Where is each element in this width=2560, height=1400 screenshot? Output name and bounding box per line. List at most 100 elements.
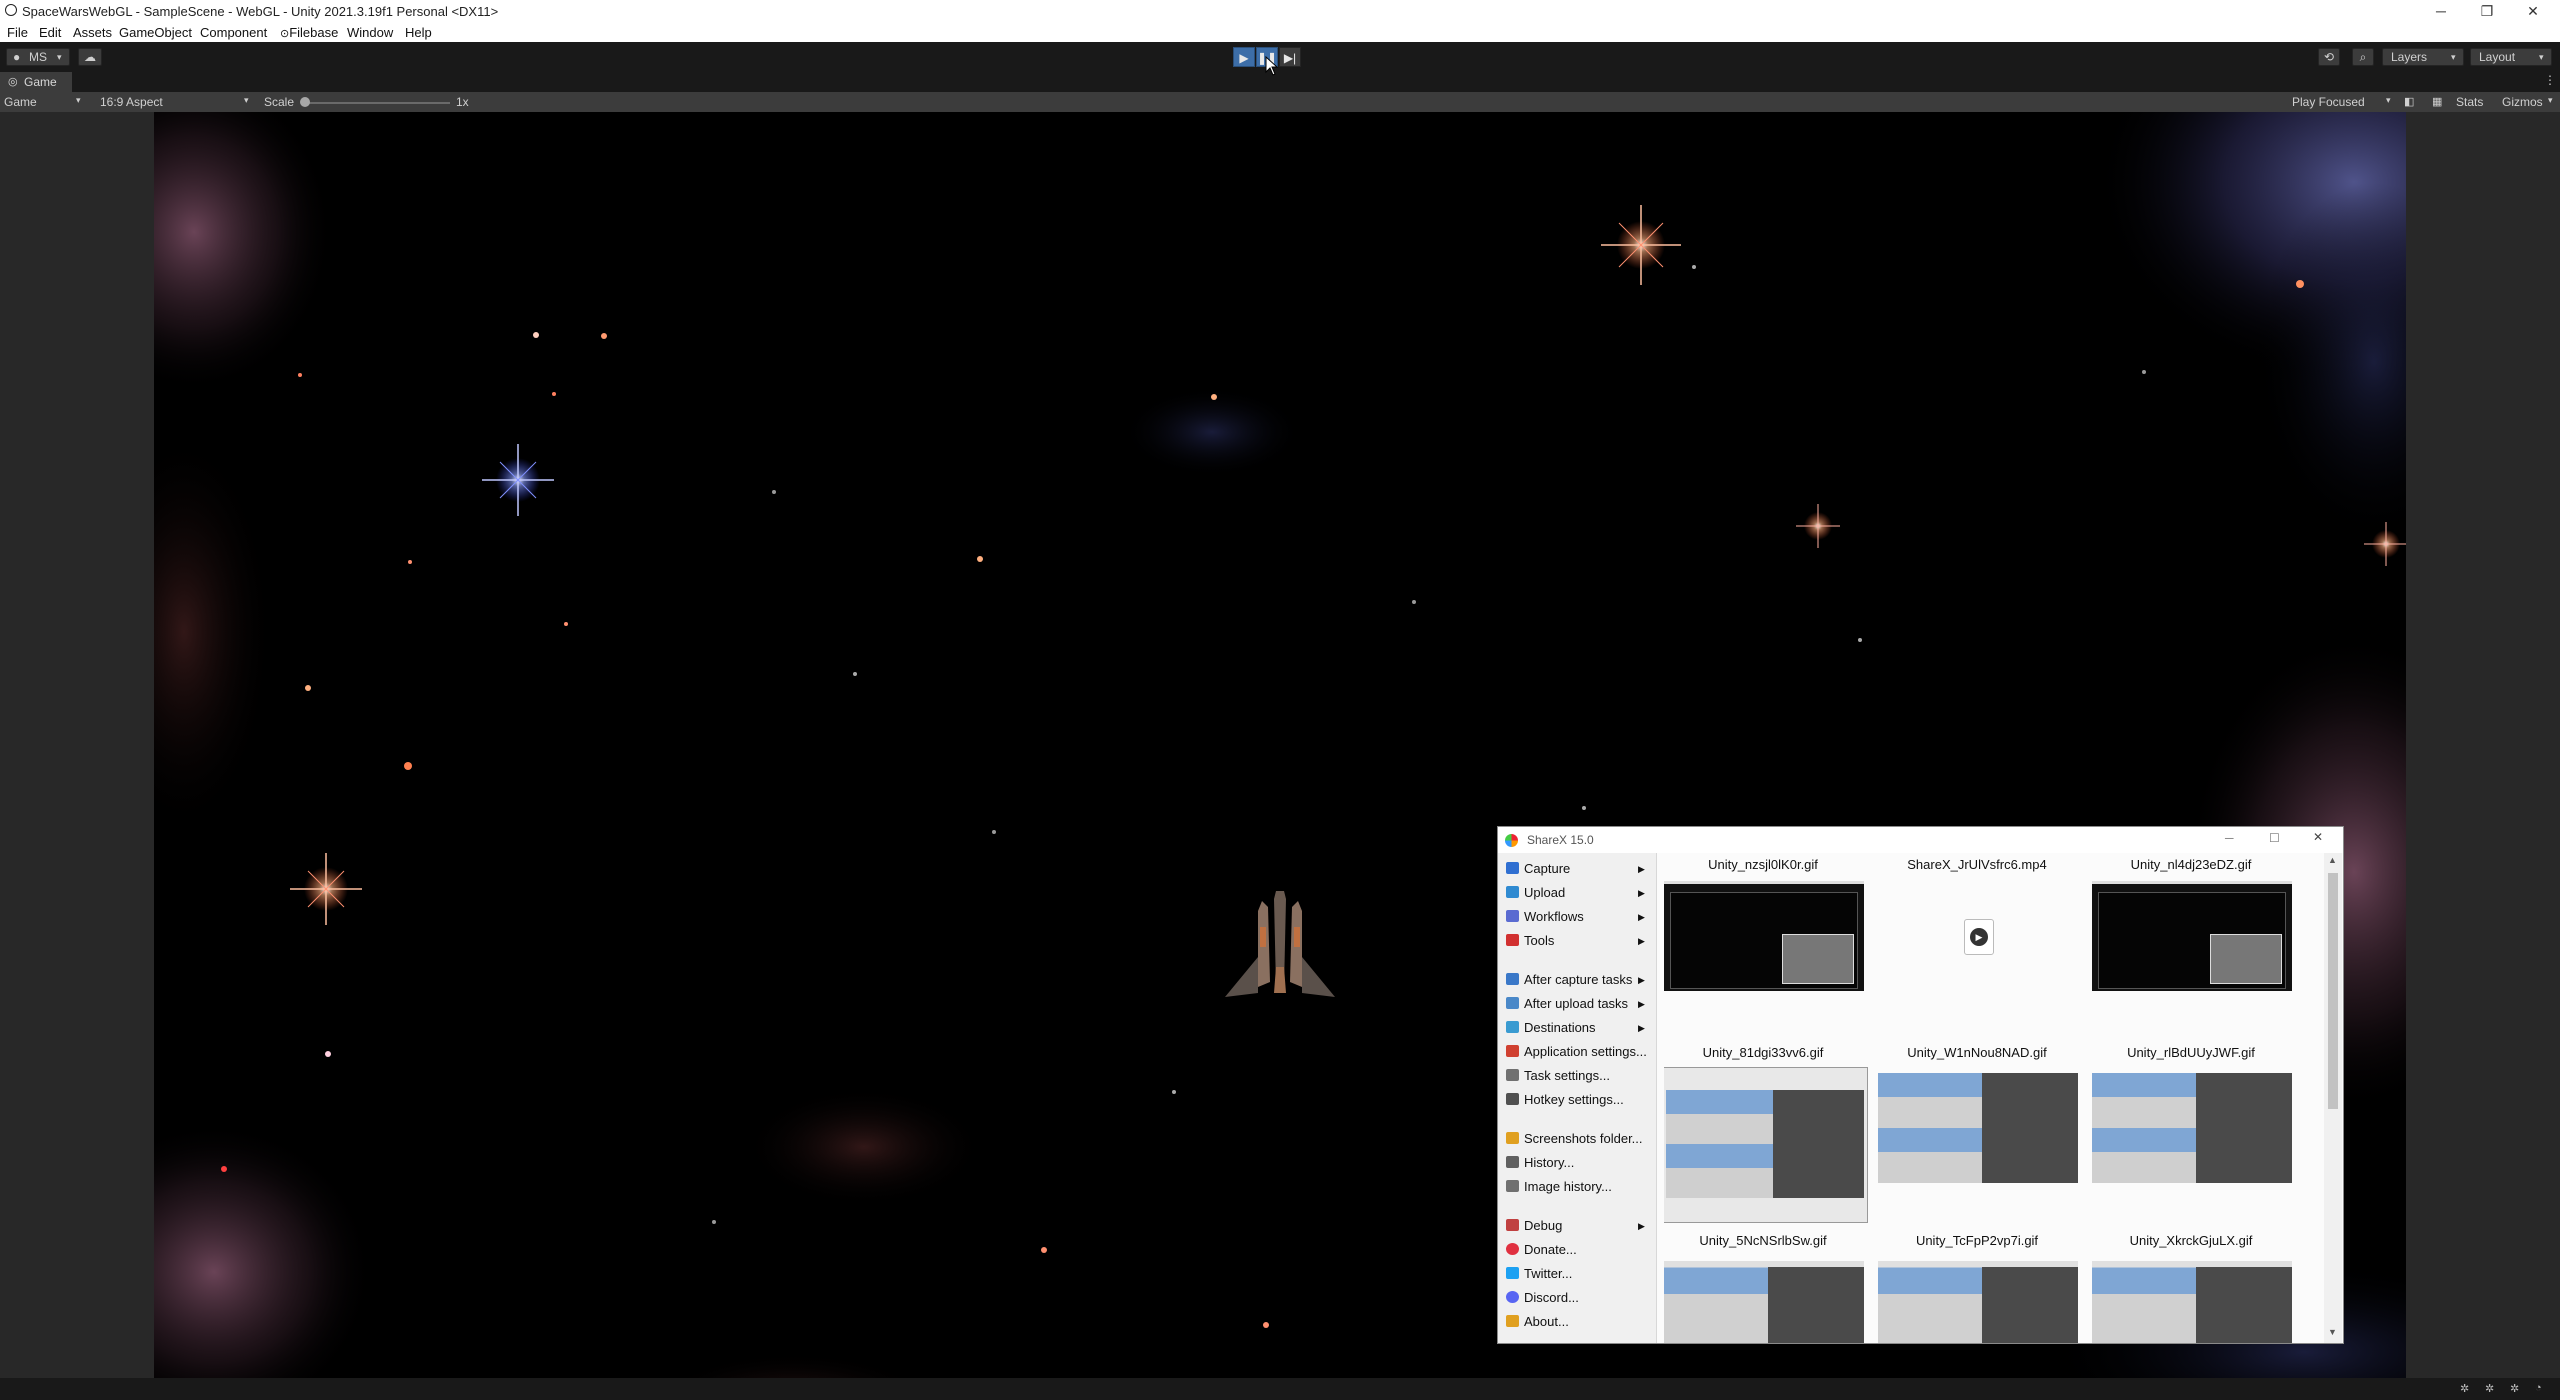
play-icon: ▶ bbox=[1239, 51, 1249, 65]
menu-help[interactable]: Help bbox=[405, 25, 432, 40]
play-button[interactable]: ▶ bbox=[1233, 47, 1255, 67]
scale-slider-track[interactable] bbox=[305, 102, 450, 104]
sharex-menu-workflows[interactable]: Workflows bbox=[1506, 907, 1584, 927]
minimize-button[interactable]: ─ bbox=[2418, 0, 2464, 22]
chevron-down-icon: ▾ bbox=[76, 95, 81, 105]
sharex-close-button[interactable]: ✕ bbox=[2313, 830, 2323, 844]
panel-menu-icon[interactable]: ⋮ bbox=[2544, 73, 2556, 87]
undo-history-button[interactable]: ⟲ bbox=[2318, 48, 2340, 66]
sharex-menu-twitter[interactable]: Twitter... bbox=[1506, 1264, 1572, 1284]
submenu-arrow-icon: ▶ bbox=[1638, 975, 1645, 985]
history-icon: ⟲ bbox=[2323, 50, 2335, 64]
menu-assets[interactable]: Assets bbox=[73, 25, 112, 40]
thumbnail-image[interactable] bbox=[1878, 1073, 2078, 1183]
sharex-menu-tools[interactable]: Tools bbox=[1506, 931, 1554, 951]
sharex-menu-upload[interactable]: Upload bbox=[1506, 883, 1565, 903]
thumbnail-image[interactable] bbox=[2092, 881, 2292, 991]
grid-icon bbox=[1506, 910, 1519, 922]
sharex-menu-after-upload-tasks[interactable]: After upload tasks bbox=[1506, 994, 1628, 1014]
progress-status-icon[interactable]: ◔ bbox=[2535, 1382, 2542, 1394]
submenu-arrow-icon: ▶ bbox=[1638, 1023, 1645, 1033]
layers-dropdown[interactable]: Layers ▾ bbox=[2382, 48, 2464, 66]
chevron-down-icon: ▾ bbox=[2548, 95, 2553, 105]
account-dropdown[interactable]: ● MS ▾ bbox=[6, 48, 70, 66]
menu-edit[interactable]: Edit bbox=[39, 25, 61, 40]
chevron-down-icon: ▾ bbox=[2386, 95, 2391, 105]
mute-audio-icon[interactable]: ◧ bbox=[2404, 95, 2414, 108]
thumbnail-label: Unity_XkrckGjuLX.gif bbox=[2129, 1233, 2253, 1248]
menu-filebase[interactable]: ⊙Filebase bbox=[280, 25, 338, 40]
scrollbar-thumb[interactable] bbox=[2328, 873, 2338, 1109]
step-button[interactable]: ▶| bbox=[1279, 47, 1301, 67]
sharex-scrollbar[interactable]: ▲ ▼ bbox=[2324, 853, 2342, 1343]
sharex-window[interactable]: ShareX 15.0 ─ ☐ ✕ Capture ▶ Upload ▶ Wor… bbox=[1497, 826, 2344, 1344]
account-icon: ● bbox=[13, 50, 21, 64]
sharex-menu-donate[interactable]: Donate... bbox=[1506, 1240, 1577, 1260]
sharex-thumbnail-grid: Unity_nzsjl0lK0r.gif ShareX_JrUlVsfrc6.m… bbox=[1664, 855, 2324, 1343]
thumbnail-label: Unity_nl4dj23eDZ.gif bbox=[2130, 857, 2252, 872]
submenu-arrow-icon: ▶ bbox=[1638, 912, 1645, 922]
sharex-menu-about[interactable]: About... bbox=[1506, 1312, 1569, 1332]
panel-tab-bar: ◎ Game ⋮ bbox=[0, 72, 2560, 92]
sharex-menu-capture[interactable]: Capture bbox=[1506, 859, 1570, 879]
thumbnail-image-selected[interactable] bbox=[1664, 1067, 1868, 1223]
sharex-menu-screenshots-folder[interactable]: Screenshots folder... bbox=[1506, 1129, 1643, 1149]
menu-file[interactable]: File bbox=[7, 25, 28, 40]
stats-grid-icon[interactable]: ▦ bbox=[2432, 95, 2442, 108]
thumbnail-preview-panel bbox=[1773, 1090, 1864, 1198]
window-title: SpaceWarsWebGL - SampleScene - WebGL - U… bbox=[22, 4, 499, 19]
display-dropdown[interactable]: Game bbox=[4, 95, 37, 109]
thumbnail-label: Unity_81dgi33vv6.gif bbox=[1702, 1045, 1824, 1060]
menu-bar: File Edit Assets GameObject Component ⊙F… bbox=[0, 22, 2560, 42]
network-status-icon[interactable]: ✲ bbox=[2485, 1382, 2494, 1395]
submenu-arrow-icon: ▶ bbox=[1638, 999, 1645, 1009]
aspect-dropdown[interactable]: 16:9 Aspect bbox=[100, 95, 163, 109]
search-icon: ⌕ bbox=[2359, 50, 2367, 64]
sharex-maximize-button[interactable]: ☐ bbox=[2269, 831, 2280, 845]
menu-component[interactable]: Component bbox=[200, 25, 267, 40]
thumbnail-preview-panel bbox=[1768, 1267, 1864, 1343]
bug-status-icon[interactable]: ✲ bbox=[2460, 1382, 2469, 1395]
toolbox-icon bbox=[1506, 934, 1519, 946]
cache-status-icon[interactable]: ✲ bbox=[2510, 1382, 2519, 1395]
thumbnail-image[interactable] bbox=[2092, 1073, 2292, 1183]
sharex-menu-after-capture-tasks[interactable]: After capture tasks bbox=[1506, 970, 1632, 990]
sharex-menu-history[interactable]: History... bbox=[1506, 1153, 1574, 1173]
gizmos-button[interactable]: Gizmos bbox=[2502, 95, 2543, 109]
thumbnail-label: Unity_5NcNSrlbSw.gif bbox=[1699, 1233, 1827, 1248]
sharex-menu-application-settings[interactable]: Application settings... bbox=[1506, 1042, 1647, 1062]
stats-button[interactable]: Stats bbox=[2456, 95, 2483, 109]
sharex-menu-hotkey-settings[interactable]: Hotkey settings... bbox=[1506, 1090, 1624, 1110]
play-focused-dropdown[interactable]: Play Focused bbox=[2292, 95, 2365, 109]
scroll-down-icon[interactable]: ▼ bbox=[2328, 1327, 2337, 1337]
thumbnail-image[interactable] bbox=[1664, 1261, 1864, 1343]
layout-dropdown[interactable]: Layout ▾ bbox=[2470, 48, 2552, 66]
thumbnail-video[interactable]: ▶ bbox=[1878, 881, 2078, 991]
camera-icon bbox=[1506, 862, 1519, 874]
thumbnail-image[interactable] bbox=[2092, 1261, 2292, 1343]
sharex-menu-destinations[interactable]: Destinations bbox=[1506, 1018, 1596, 1038]
tab-game[interactable]: ◎ Game bbox=[0, 72, 72, 92]
sharex-menu-image-history[interactable]: Image history... bbox=[1506, 1177, 1612, 1197]
search-button[interactable]: ⌕ bbox=[2352, 48, 2374, 66]
submenu-arrow-icon: ▶ bbox=[1638, 888, 1645, 898]
thumbnail-label: ShareX_JrUlVsfrc6.mp4 bbox=[1907, 857, 2047, 872]
restore-button[interactable]: ❐ bbox=[2464, 0, 2510, 22]
sharex-menu-discord[interactable]: Discord... bbox=[1506, 1288, 1579, 1308]
menu-gameobject[interactable]: GameObject bbox=[119, 25, 192, 40]
scale-slider-thumb[interactable] bbox=[300, 97, 310, 107]
scroll-up-icon[interactable]: ▲ bbox=[2328, 855, 2337, 865]
play-icon: ▶ bbox=[1970, 928, 1988, 946]
menu-window[interactable]: Window bbox=[347, 25, 393, 40]
thumbnail-preview-panel bbox=[1782, 934, 1854, 984]
sharex-minimize-button[interactable]: ─ bbox=[2225, 831, 2234, 845]
submenu-arrow-icon: ▶ bbox=[1638, 864, 1645, 874]
close-button[interactable]: ✕ bbox=[2510, 0, 2556, 22]
thumbnail-preview-panel bbox=[2196, 1073, 2292, 1183]
thumbnail-image[interactable] bbox=[1878, 1261, 2078, 1343]
thumbnail-image[interactable] bbox=[1664, 881, 1864, 991]
cloud-icon: ☁ bbox=[84, 50, 96, 64]
cloud-button[interactable]: ☁ bbox=[78, 48, 102, 66]
sharex-menu-debug[interactable]: Debug bbox=[1506, 1216, 1562, 1236]
sharex-menu-task-settings[interactable]: Task settings... bbox=[1506, 1066, 1610, 1086]
